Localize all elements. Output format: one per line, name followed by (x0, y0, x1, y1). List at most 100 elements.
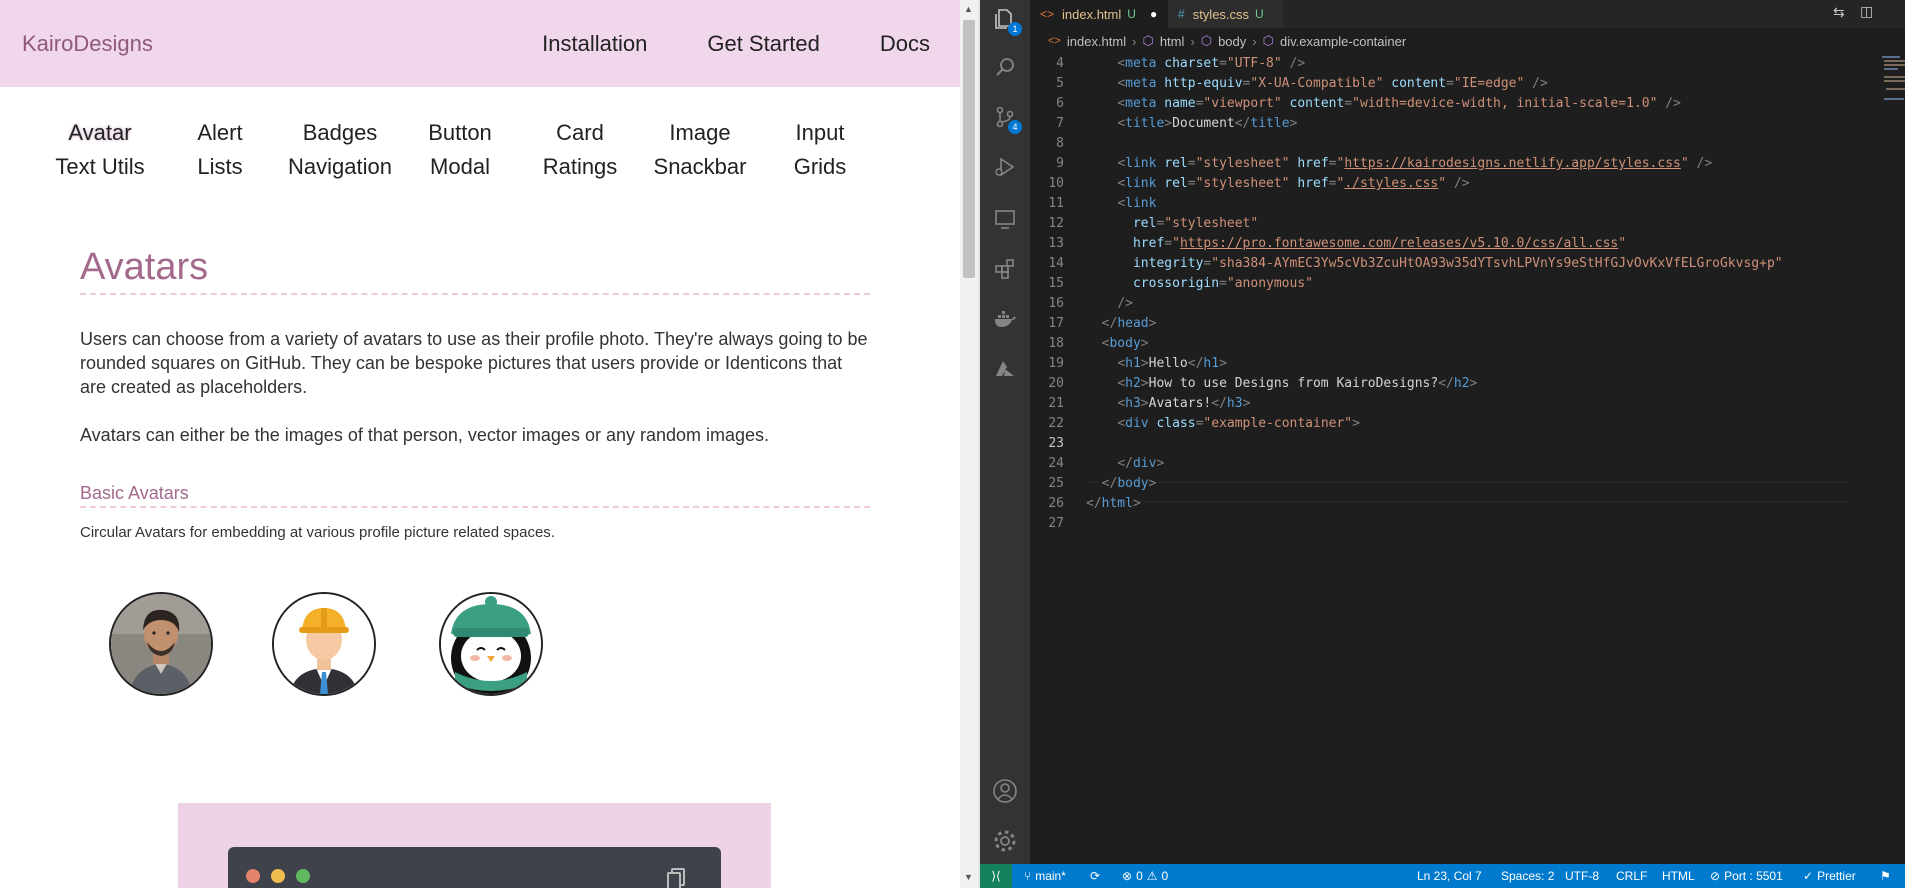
remote-explorer-icon[interactable] (992, 206, 1018, 232)
check-icon: ✓ (1803, 869, 1814, 883)
accounts-icon[interactable] (992, 778, 1018, 804)
search-icon[interactable] (992, 54, 1018, 80)
comp-nav-badges[interactable]: Badges (280, 120, 400, 146)
line-number: 18 (1048, 336, 1064, 351)
encoding[interactable]: UTF-8 (1565, 864, 1599, 888)
code-line[interactable]: 20 <h2>How to use Designs from KairoDesi… (1030, 374, 1830, 394)
breadcrumb-file[interactable]: index.html (1067, 34, 1126, 49)
comp-nav-lists[interactable]: Lists (160, 154, 280, 180)
code-line[interactable]: 27 (1030, 514, 1830, 534)
open-changes-icon[interactable]: ⇆ (1833, 4, 1845, 21)
tab-index-html[interactable]: <> index.html U ● (1030, 0, 1168, 28)
code-line[interactable]: 23 (1030, 434, 1830, 454)
code-line[interactable]: 12 rel="stylesheet" (1030, 214, 1830, 234)
comp-nav-button[interactable]: Button (400, 120, 520, 146)
code-line[interactable]: 16 /> (1030, 294, 1830, 314)
breadcrumb-separator-icon: › (1132, 33, 1137, 49)
indentation[interactable]: Spaces: 2 (1501, 864, 1554, 888)
nav-get-started[interactable]: Get Started (707, 31, 820, 57)
code-editor[interactable]: 4 <meta charset="UTF-8" /> 5 <meta http-e… (1030, 54, 1905, 864)
unsaved-dot-icon[interactable]: ● (1150, 7, 1157, 21)
component-nav: Avatar Alert Badges Button Card Image In… (40, 120, 880, 180)
code-token: title (1250, 116, 1290, 131)
code-token: "UTF-8" (1226, 56, 1282, 71)
comp-nav-navigation[interactable]: Navigation (280, 154, 400, 180)
comp-nav-ratings[interactable]: Ratings (520, 154, 640, 180)
code-line[interactable]: 13 href="https://pro.fontawesome.com/rel… (1030, 234, 1830, 254)
remote-indicator[interactable]: ⟩⟨ (980, 864, 1012, 888)
tab-styles-css[interactable]: # styles.css U (1168, 0, 1283, 28)
settings-gear-icon[interactable] (992, 828, 1018, 854)
code-line[interactable]: 18 <body> (1030, 334, 1830, 354)
language-mode[interactable]: HTML (1662, 864, 1695, 888)
source-control-icon[interactable]: 4 (992, 104, 1022, 134)
nav-installation[interactable]: Installation (542, 31, 647, 57)
code-line[interactable]: 15 crossorigin="anonymous" (1030, 274, 1830, 294)
line-ending[interactable]: CRLF (1616, 864, 1647, 888)
run-debug-icon[interactable] (992, 154, 1018, 180)
code-token: > (1156, 456, 1165, 471)
main-content: Avatars Users can choose from a variety … (80, 246, 870, 541)
comp-nav-alert[interactable]: Alert (160, 120, 280, 146)
problems-indicator[interactable]: ⊗ 0 ⚠ 0 (1122, 864, 1168, 888)
breadcrumb-html[interactable]: html (1160, 34, 1185, 49)
code-line[interactable]: 4 <meta charset="UTF-8" /> (1030, 54, 1830, 74)
azure-icon[interactable] (992, 356, 1018, 382)
line-number: 16 (1048, 296, 1064, 311)
code-token: Avatars! (1148, 396, 1212, 411)
code-line[interactable]: 17 </head> (1030, 314, 1830, 334)
line-number: 19 (1048, 356, 1064, 371)
live-server-port[interactable]: ⊘ Port : 5501 (1710, 864, 1783, 888)
code-token: > (1289, 116, 1298, 131)
page-scrollbar[interactable]: ▲ ▼ (960, 0, 978, 888)
docker-icon[interactable] (992, 306, 1018, 332)
breadcrumb-body[interactable]: body (1218, 34, 1246, 49)
code-line[interactable]: 5 <meta http-equiv = "X-UA-Compatible" con… (1030, 74, 1830, 94)
sync-button[interactable]: ⟳ (1090, 864, 1100, 888)
prettier-status[interactable]: ✓ Prettier (1803, 864, 1856, 888)
code-line[interactable]: 10 <link rel="stylesheet" href="./styles… (1030, 174, 1830, 194)
feedback-icon[interactable]: ⚑ (1880, 864, 1891, 888)
code-line[interactable]: 26 </html> (1030, 494, 1830, 514)
comp-nav-text-utils[interactable]: Text Utils (40, 154, 160, 180)
code-line[interactable]: 22 <div class="example-container"> (1030, 414, 1830, 434)
code-line[interactable]: 25 </body> (1030, 474, 1830, 494)
comp-nav-card[interactable]: Card (520, 120, 640, 146)
scroll-down-arrow[interactable]: ▼ (964, 872, 973, 882)
code-line[interactable]: 19 <h1>Hello</h1> (1030, 354, 1830, 374)
explorer-icon[interactable]: 1 (992, 6, 1022, 36)
cursor-position[interactable]: Ln 23, Col 7 (1417, 864, 1482, 888)
code-token: > (1148, 316, 1157, 331)
code-line[interactable]: 24 </div> (1030, 454, 1830, 474)
code-line[interactable]: 9 <link rel="stylesheet" href="https://k… (1030, 154, 1830, 174)
code-line[interactable]: 14 integrity="sha384-AYmEC3Yw5cVb3ZcuHtO… (1030, 254, 1830, 274)
branch-indicator[interactable]: ⑂ main* (1024, 864, 1066, 888)
code-line[interactable]: 11 <link (1030, 194, 1830, 214)
minimap[interactable] (1880, 54, 1905, 114)
code-token: > (1164, 116, 1173, 131)
sync-icon: ⟳ (1090, 869, 1101, 883)
comp-nav-image[interactable]: Image (640, 120, 760, 146)
port-icon: ⊘ (1710, 869, 1721, 883)
comp-nav-grids[interactable]: Grids (760, 154, 880, 180)
comp-nav-input[interactable]: Input (760, 120, 880, 146)
extensions-icon[interactable] (992, 256, 1018, 282)
copy-icon[interactable] (666, 867, 686, 888)
breadcrumb-div[interactable]: div.example-container (1280, 34, 1406, 49)
code-line[interactable]: 6 <meta name="viewport" content="width=d… (1030, 94, 1830, 114)
scrollbar-thumb[interactable] (963, 20, 975, 278)
nav-docs[interactable]: Docs (880, 31, 930, 57)
brand-logo[interactable]: KairoDesigns (22, 31, 153, 57)
comp-nav-snackbar[interactable]: Snackbar (640, 154, 760, 180)
comp-nav-modal[interactable]: Modal (400, 154, 520, 180)
code-line[interactable]: 7 <title>Document</title> (1030, 114, 1830, 134)
split-editor-icon[interactable]: ◫ (1860, 3, 1873, 20)
comp-nav-avatar[interactable]: Avatar (40, 120, 160, 146)
scroll-up-arrow[interactable]: ▲ (964, 4, 973, 14)
code-token: "sha384-AYmEC3Yw5cVb3ZcuHtOA93w35dYTsvhL… (1211, 256, 1783, 271)
code-line[interactable]: 8 (1030, 134, 1830, 154)
code-line[interactable]: 21 <h3>Avatars!</h3> (1030, 394, 1830, 414)
